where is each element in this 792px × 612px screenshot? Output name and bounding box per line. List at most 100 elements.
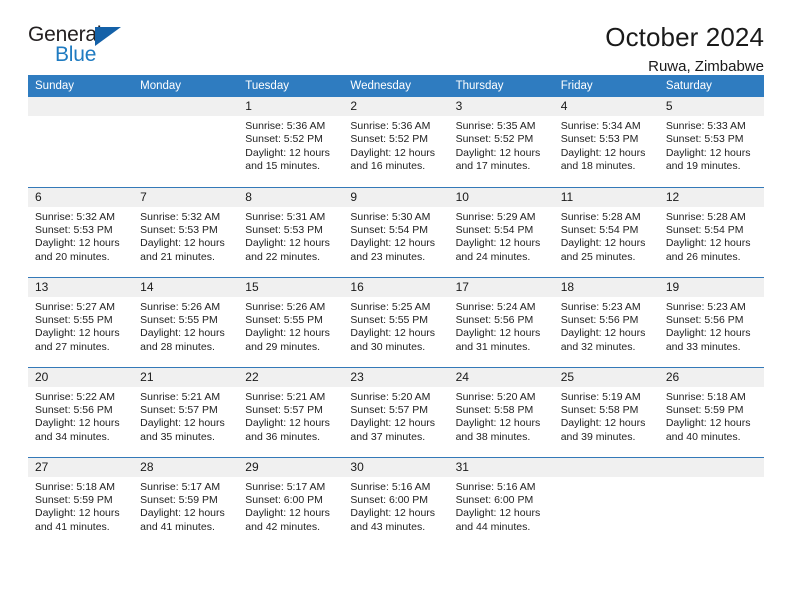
calendar-day-cell[interactable]: 15 Sunrise: 5:26 AM Sunset: 5:55 PM Dayligh… [238,276,344,367]
calendar-day-cell[interactable]: 29 Sunrise: 5:17 AM Sunset: 6:00 PM Dayligh… [238,456,344,547]
generalblue-logo[interactable]: General Blue [28,22,133,72]
calendar-day-cell[interactable]: 14 Sunrise: 5:26 AM Sunset: 5:55 PM Dayligh… [133,276,239,367]
day-number: 28 [133,457,239,477]
sunrise-time: Sunrise: 5:26 AM [245,300,326,313]
sunrise-time: Sunrise: 5:35 AM [455,120,536,132]
sunrise-time: Sunrise: 5:21 AM [140,390,221,403]
weekday-header-tuesday: Tuesday [238,75,344,97]
daylight-duration-line2: and 37 minutes. [350,430,426,443]
day-details: Sunrise: 5:16 AM Sunset: 6:00 PM Daylight:… [449,477,554,535]
day-number: 6 [28,187,134,207]
day-number [553,457,659,477]
sunset-time: Sunset: 6:00 PM [455,493,534,506]
calendar-day-cell-empty [28,97,134,187]
sunset-time: Sunset: 5:57 PM [350,403,429,416]
calendar-week-row: 27 Sunrise: 5:18 AM Sunset: 5:59 PM Dayligh… [28,456,764,547]
calendar-day-cell[interactable]: 11 Sunrise: 5:28 AM Sunset: 5:54 PM Dayligh… [553,186,659,277]
logo-text-blue: Blue [55,43,97,66]
calendar-day-cell[interactable]: 4 Sunrise: 5:34 AM Sunset: 5:53 PM Daylight… [553,97,659,187]
day-details: Sunrise: 5:23 AM Sunset: 5:56 PM Daylight:… [554,297,659,355]
sunset-time: Sunset: 5:53 PM [665,133,744,146]
calendar-day-cell[interactable]: 5 Sunrise: 5:33 AM Sunset: 5:53 PM Daylight… [658,97,764,187]
daylight-duration-line2: and 20 minutes. [35,250,110,263]
daylight-duration-line2: and 22 minutes. [245,250,320,263]
calendar-day-cell[interactable]: 9 Sunrise: 5:30 AM Sunset: 5:54 PM Daylight… [343,186,449,277]
daylight-duration-line1: Daylight: 12 hours [140,327,225,340]
calendar-week-row: 1 Sunrise: 5:36 AM Sunset: 5:52 PM Daylight… [28,97,764,187]
sunset-time: Sunset: 5:58 PM [455,403,534,416]
daylight-duration-line1: Daylight: 12 hours [455,507,541,520]
calendar-day-cell[interactable]: 24 Sunrise: 5:20 AM Sunset: 5:58 PM Dayligh… [448,366,554,457]
calendar-day-cell[interactable]: 26 Sunrise: 5:18 AM Sunset: 5:59 PM Dayligh… [658,366,764,457]
calendar-day-cell[interactable]: 28 Sunrise: 5:17 AM Sunset: 5:59 PM Dayligh… [133,456,239,547]
sunset-time: Sunset: 5:54 PM [350,223,429,236]
day-number: 22 [238,367,344,387]
daylight-duration-line1: Daylight: 12 hours [560,237,646,250]
sunrise-time: Sunrise: 5:32 AM [140,210,221,223]
daylight-duration-line1: Daylight: 12 hours [350,327,436,340]
sunset-time: Sunset: 5:59 PM [35,493,113,506]
day-details: Sunrise: 5:18 AM Sunset: 5:59 PM Daylight:… [659,387,764,445]
calendar-day-cell[interactable]: 8 Sunrise: 5:31 AM Sunset: 5:53 PM Daylight… [238,186,344,277]
calendar-day-cell[interactable]: 2 Sunrise: 5:36 AM Sunset: 5:52 PM Daylight… [343,97,449,187]
day-number: 16 [343,277,449,297]
day-number: 29 [238,457,344,477]
sunrise-time: Sunrise: 5:21 AM [245,390,326,403]
weekday-header-wednesday: Wednesday [343,75,449,97]
day-details: Sunrise: 5:29 AM Sunset: 5:54 PM Daylight:… [449,207,554,265]
day-number: 2 [343,97,449,116]
weekday-header-thursday: Thursday [448,75,554,97]
sunrise-time: Sunrise: 5:17 AM [245,480,326,493]
daylight-duration-line2: and 24 minutes. [455,250,531,263]
calendar-day-cell[interactable]: 18 Sunrise: 5:23 AM Sunset: 5:56 PM Dayligh… [553,276,659,367]
calendar-day-cell[interactable]: 22 Sunrise: 5:21 AM Sunset: 5:57 PM Dayligh… [238,366,344,457]
calendar-day-cell[interactable]: 6 Sunrise: 5:32 AM Sunset: 5:53 PM Daylight… [28,186,134,277]
page-header: General Blue October 2024 Ruwa, Zimbabwe [28,0,764,75]
day-details: Sunrise: 5:23 AM Sunset: 5:56 PM Daylight:… [659,297,764,355]
calendar-day-cell[interactable]: 20 Sunrise: 5:22 AM Sunset: 5:56 PM Dayligh… [28,366,134,457]
title-block: October 2024 Ruwa, Zimbabwe [605,22,764,78]
daylight-duration-line2: and 31 minutes. [455,340,531,353]
day-details: Sunrise: 5:35 AM Sunset: 5:52 PM Daylight:… [449,116,554,174]
day-number: 15 [238,277,344,297]
day-number: 5 [658,97,764,116]
calendar-day-cell[interactable]: 23 Sunrise: 5:20 AM Sunset: 5:57 PM Dayligh… [343,366,449,457]
day-number: 19 [658,277,764,297]
day-details: Sunrise: 5:34 AM Sunset: 5:53 PM Daylight:… [554,116,659,174]
sunset-time: Sunset: 6:00 PM [245,493,323,506]
day-number: 20 [28,367,134,387]
calendar-day-cell[interactable]: 7 Sunrise: 5:32 AM Sunset: 5:53 PM Daylight… [133,186,239,277]
day-details: Sunrise: 5:17 AM Sunset: 5:59 PM Daylight:… [133,477,238,535]
calendar-day-cell[interactable]: 3 Sunrise: 5:35 AM Sunset: 5:52 PM Daylight… [448,97,554,187]
day-number: 11 [553,187,659,207]
daylight-duration-line1: Daylight: 12 hours [245,237,330,250]
calendar-day-cell[interactable]: 16 Sunrise: 5:25 AM Sunset: 5:55 PM Dayligh… [343,276,449,367]
calendar-page: General Blue October 2024 Ruwa, Zimbabwe… [0,0,792,612]
calendar-day-cell[interactable]: 30 Sunrise: 5:16 AM Sunset: 6:00 PM Dayligh… [343,456,449,547]
calendar-day-cell[interactable]: 1 Sunrise: 5:36 AM Sunset: 5:52 PM Daylight… [238,97,344,187]
daylight-duration-line2: and 18 minutes. [560,160,636,173]
sunset-time: Sunset: 5:55 PM [35,313,113,326]
daylight-duration-line1: Daylight: 12 hours [455,417,541,430]
day-details: Sunrise: 5:20 AM Sunset: 5:57 PM Daylight:… [343,387,448,445]
sunrise-time: Sunrise: 5:36 AM [350,120,431,132]
daylight-duration-line2: and 28 minutes. [140,340,215,353]
day-number: 17 [448,277,554,297]
calendar-day-cell[interactable]: 21 Sunrise: 5:21 AM Sunset: 5:57 PM Dayligh… [133,366,239,457]
calendar-day-cell[interactable]: 17 Sunrise: 5:24 AM Sunset: 5:56 PM Dayligh… [448,276,554,367]
daylight-duration-line1: Daylight: 12 hours [245,417,330,430]
calendar-day-cell[interactable]: 13 Sunrise: 5:27 AM Sunset: 5:55 PM Dayligh… [28,276,134,367]
daylight-duration-line2: and 32 minutes. [560,340,636,353]
calendar-day-cell[interactable]: 31 Sunrise: 5:16 AM Sunset: 6:00 PM Dayligh… [448,456,554,547]
calendar-day-cell[interactable]: 12 Sunrise: 5:28 AM Sunset: 5:54 PM Dayligh… [658,186,764,277]
calendar-day-cell[interactable]: 27 Sunrise: 5:18 AM Sunset: 5:59 PM Dayligh… [28,456,134,547]
sunrise-time: Sunrise: 5:31 AM [245,210,326,223]
calendar-day-cell[interactable]: 25 Sunrise: 5:19 AM Sunset: 5:58 PM Dayligh… [553,366,659,457]
location-subtitle: Ruwa, Zimbabwe [648,58,764,75]
calendar-day-cell[interactable]: 19 Sunrise: 5:23 AM Sunset: 5:56 PM Dayligh… [658,276,764,367]
daylight-duration-line1: Daylight: 12 hours [665,417,751,430]
sunrise-sunset-calendar-table: Sunday Monday Tuesday Wednesday Thursday… [28,75,764,547]
daylight-duration-line1: Daylight: 12 hours [35,327,120,340]
calendar-day-cell[interactable]: 10 Sunrise: 5:29 AM Sunset: 5:54 PM Dayligh… [448,186,554,277]
sunset-time: Sunset: 5:56 PM [665,313,744,326]
